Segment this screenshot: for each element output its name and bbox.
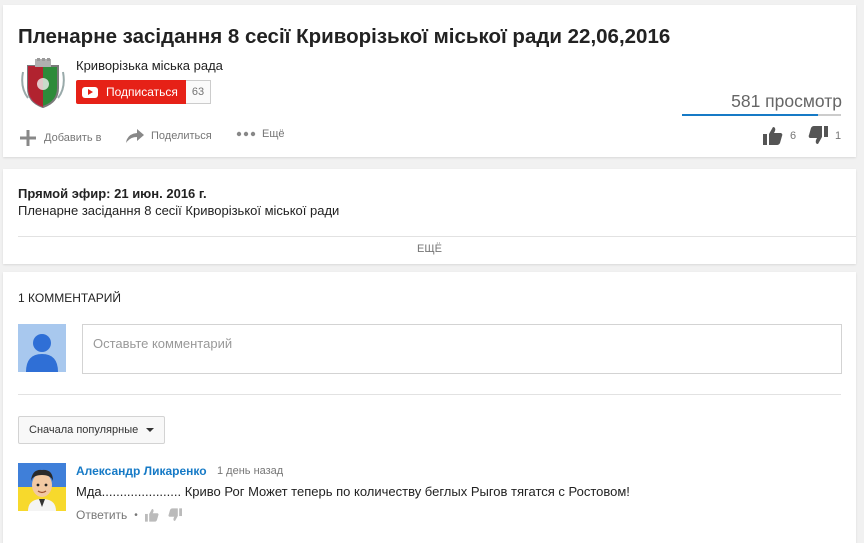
comment-input[interactable]: Оставьте комментарий: [82, 324, 842, 374]
comment-author-link[interactable]: Александр Ликаренко: [76, 464, 207, 478]
share-label: Поделиться: [151, 130, 212, 142]
comments-card: 1 комментарий Оставьте комментарий Снача…: [3, 272, 856, 543]
subscriber-count: 63: [185, 80, 212, 104]
video-info-card: Пленарне засідання 8 сесії Криворізької …: [3, 5, 856, 157]
divider: [18, 236, 856, 237]
comment-like-icon[interactable]: [144, 508, 159, 522]
live-date: Прямой эфир: 21 июн. 2016 г.: [18, 186, 207, 201]
dislike-count: 1: [835, 129, 842, 142]
plus-icon: [20, 130, 36, 146]
video-title: Пленарне засідання 8 сесії Криворізької …: [18, 25, 671, 48]
add-to-button[interactable]: Добавить в: [18, 128, 102, 148]
description-card: Прямой эфир: 21 июн. 2016 г. Пленарне за…: [3, 169, 856, 264]
like-ratio-fill: [682, 114, 819, 116]
reply-button[interactable]: Ответить: [76, 508, 127, 522]
channel-name-link[interactable]: Криворізька міська рада: [76, 58, 223, 73]
comment-author-avatar[interactable]: [18, 463, 66, 511]
comment-timestamp[interactable]: 1 день назад: [217, 465, 283, 477]
share-button[interactable]: Поделиться: [125, 128, 212, 144]
description-text: Пленарне засідання 8 сесії Криворізької …: [18, 203, 340, 218]
view-count: 581 просмотр: [731, 91, 842, 111]
thumbs-down-icon: [808, 126, 828, 144]
like-button[interactable]: 6: [763, 126, 796, 145]
show-more-button[interactable]: ЕЩЁ: [3, 243, 856, 255]
sort-label: Сначала популярные: [29, 424, 139, 436]
sort-dropdown[interactable]: Сначала популярные: [18, 416, 166, 444]
comments-count-title: 1 комментарий: [18, 291, 122, 305]
more-actions-button[interactable]: Ещё: [236, 128, 285, 140]
more-dots-icon: [236, 131, 256, 137]
comment-text: Мда...................... Криво Рог Може…: [76, 484, 630, 499]
share-arrow-icon: [126, 129, 144, 143]
comment-actions: Ответить •: [76, 508, 191, 522]
subscribe-button[interactable]: Подписаться: [76, 80, 186, 104]
thumbs-up-icon: [763, 127, 783, 145]
subscribe-label: Подписаться: [106, 85, 178, 99]
channel-logo[interactable]: [20, 57, 66, 109]
divider: [18, 394, 841, 395]
subscribe-widget: Подписаться 63: [76, 80, 212, 104]
comment-dislike-icon[interactable]: [168, 508, 182, 522]
dislike-button[interactable]: 1: [808, 126, 841, 145]
separator-dot: •: [134, 509, 138, 521]
more-actions-label: Ещё: [262, 128, 285, 140]
like-count: 6: [790, 129, 797, 142]
add-to-label: Добавить в: [44, 132, 102, 144]
caret-down-icon: [146, 428, 155, 432]
youtube-play-icon: [82, 86, 98, 98]
like-ratio-bar: [682, 114, 841, 116]
current-user-avatar: [18, 324, 66, 372]
